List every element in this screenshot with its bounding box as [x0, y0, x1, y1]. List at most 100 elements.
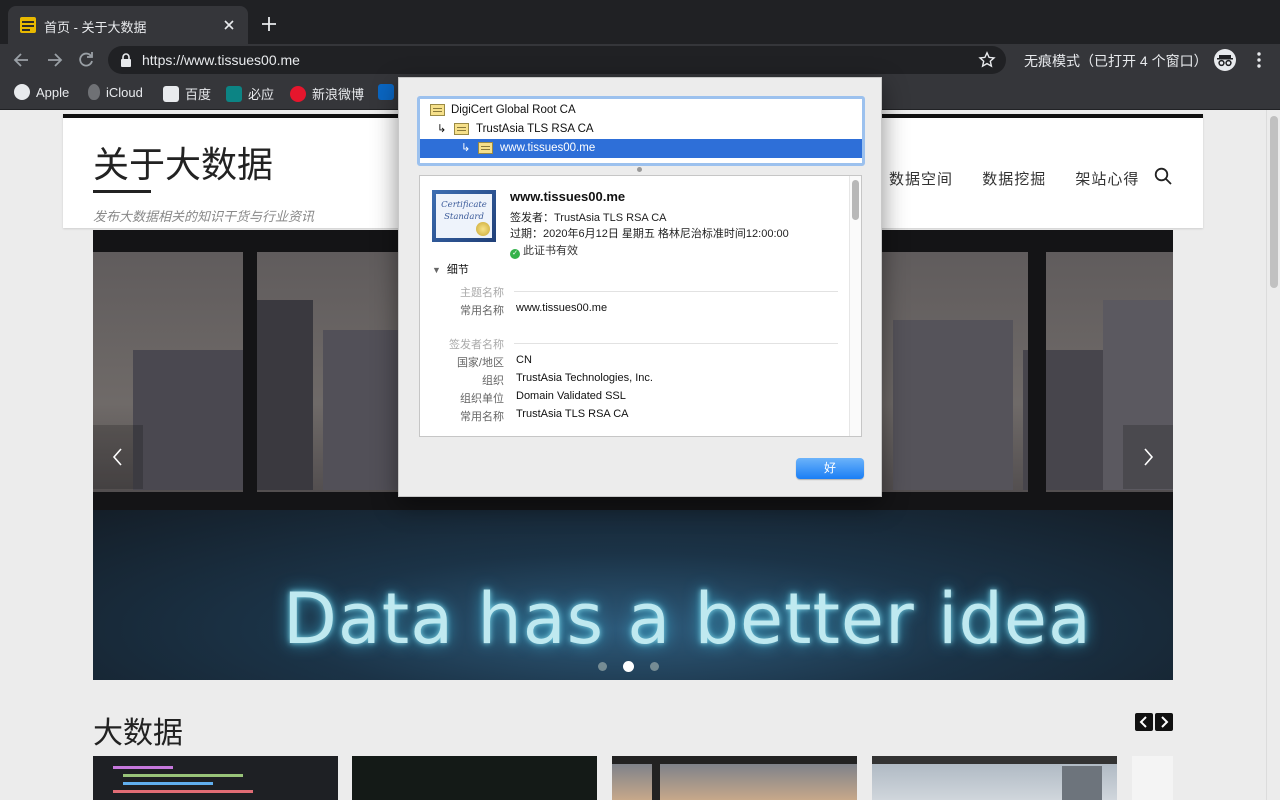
check-icon: ✓ — [510, 249, 520, 259]
chain-item-label: DigiCert Global Root CA — [451, 104, 576, 116]
expiry-line: 过期：2020年6月12日 星期五 格林尼治标准时间12:00:00 — [510, 228, 789, 240]
badge-line-1: Certificate — [441, 200, 487, 210]
slider-dot[interactable] — [598, 662, 607, 671]
certificate-badge-icon: Certificate Standard — [432, 190, 496, 242]
page-scrollbar[interactable] — [1266, 110, 1280, 800]
forward-icon[interactable] — [44, 50, 64, 70]
bookmark-baidu[interactable]: 百度 — [163, 84, 211, 102]
certificate-icon — [430, 104, 445, 116]
bookmark-label: Apple — [36, 85, 70, 100]
new-tab-icon[interactable] — [260, 15, 278, 33]
chain-item-label: TrustAsia TLS RSA CA — [476, 123, 594, 135]
reload-icon[interactable] — [76, 50, 96, 70]
issuer-country-label: 国家/地区 — [456, 357, 504, 369]
issuer-cn-label: 常用名称 — [460, 411, 504, 423]
slider-prev-button[interactable] — [93, 425, 143, 489]
issuer-org-label: 组织 — [482, 375, 504, 387]
issuer-country-value: CN — [516, 354, 532, 366]
slider-next-button[interactable] — [1123, 425, 1173, 489]
chevron-left-icon — [112, 448, 122, 466]
chain-item-leaf[interactable]: ↳ www.tissues00.me — [420, 139, 862, 158]
details-scroll-thumb[interactable] — [852, 180, 859, 220]
browser-toolbar: https://www.tissues00.me 无痕模式（已打开 4 个窗口） — [0, 44, 1280, 76]
bookmark-linkedin[interactable] — [378, 84, 400, 102]
bookmark-label: iCloud — [106, 85, 143, 100]
site-description: 发布大数据相关的知识干货与行业资讯 — [93, 209, 315, 224]
seal-icon — [476, 222, 490, 236]
chain-arrow-icon: ↳ — [461, 142, 471, 154]
chevron-right-icon — [1161, 716, 1169, 728]
certificate-icon — [478, 142, 493, 154]
incognito-icon[interactable] — [1214, 49, 1236, 71]
issuer-ou-label: 组织单位 — [460, 393, 504, 405]
back-icon[interactable] — [12, 50, 32, 70]
slider-dot-active[interactable] — [623, 661, 634, 672]
bookmark-apple[interactable]: Apple — [14, 84, 69, 102]
certificate-chain-list: DigiCert Global Root CA ↳ TrustAsia TLS … — [417, 96, 865, 166]
title-underline — [93, 190, 151, 193]
badge-line-2: Standard — [444, 212, 484, 222]
nav-item-data-mining[interactable]: 数据挖掘 — [982, 171, 1046, 188]
subject-cn-label: 常用名称 — [460, 305, 504, 317]
search-icon[interactable] — [1153, 166, 1173, 186]
bookmark-weibo[interactable]: 新浪微博 — [290, 84, 364, 102]
post-thumbnail[interactable] — [872, 756, 1117, 800]
certificate-details: Certificate Standard www.tissues00.me 签发者… — [419, 175, 862, 437]
section-prev-button[interactable] — [1135, 713, 1153, 731]
post-thumbnail[interactable] — [93, 756, 338, 800]
bookmark-label: 必应 — [248, 87, 275, 102]
linkedin-icon — [378, 84, 394, 100]
divider — [514, 343, 838, 344]
certificate-icon — [454, 123, 469, 135]
ok-button[interactable]: 好 — [796, 458, 864, 479]
section-next-button[interactable] — [1155, 713, 1173, 731]
post-thumbnail[interactable] — [612, 756, 857, 800]
details-disclosure[interactable]: ▼ 细节 — [432, 261, 469, 277]
issuer-ou-value: Domain Validated SSL — [516, 390, 626, 402]
section-title: 大数据 — [93, 716, 183, 751]
slider-dots — [598, 658, 675, 676]
window-frame — [243, 230, 257, 520]
chain-arrow-icon: ↳ — [437, 123, 447, 135]
details-label: 细节 — [446, 264, 469, 276]
scroll-thumb[interactable] — [1270, 116, 1278, 288]
slider-dot[interactable] — [650, 662, 659, 671]
apple-icon — [88, 84, 100, 100]
certificate-dialog: DigiCert Global Root CA ↳ TrustAsia TLS … — [398, 77, 882, 497]
validity-status: ✓ 此证书有效 — [510, 242, 578, 259]
details-scrollbar[interactable] — [849, 176, 861, 436]
chain-item-intermediate[interactable]: ↳ TrustAsia TLS RSA CA — [420, 120, 862, 139]
nav-item-data-space[interactable]: 数据空间 — [889, 171, 953, 188]
slide-neon-text: Data has a better idea — [283, 578, 1092, 660]
close-tab-icon[interactable] — [220, 16, 238, 34]
browser-tab[interactable]: 首页 - 关于大数据 — [8, 6, 248, 44]
issuer-org-value: TrustAsia Technologies, Inc. — [516, 372, 653, 384]
window-frame — [1028, 230, 1046, 520]
more-menu-icon[interactable] — [1252, 50, 1266, 70]
site-title[interactable]: 关于大数据 — [93, 136, 273, 188]
globe-icon — [14, 84, 30, 100]
post-thumbnail[interactable] — [1132, 756, 1173, 800]
incognito-label[interactable]: 无痕模式（已打开 4 个窗口） — [1024, 51, 1208, 71]
chain-item-root[interactable]: DigiCert Global Root CA — [420, 101, 862, 120]
address-bar[interactable]: https://www.tissues00.me — [108, 46, 1006, 74]
post-thumbnail[interactable] — [352, 756, 597, 800]
bookmark-bing[interactable]: 必应 — [226, 84, 274, 102]
building — [133, 350, 243, 490]
site-favicon-icon — [20, 17, 36, 33]
bookmark-icloud[interactable]: iCloud — [88, 84, 143, 102]
subject-heading: 主题名称 — [460, 287, 504, 299]
tab-strip: 首页 - 关于大数据 — [0, 0, 1280, 44]
disclosure-triangle-icon: ▼ — [432, 265, 441, 275]
tab-title: 首页 - 关于大数据 — [44, 20, 147, 35]
weibo-icon — [290, 86, 306, 102]
chevron-right-icon — [1144, 448, 1154, 466]
building — [253, 300, 313, 490]
url-text: https://www.tissues00.me — [142, 52, 300, 68]
issuer-cn-value: TrustAsia TLS RSA CA — [516, 408, 629, 420]
bookmark-star-icon[interactable] — [978, 51, 996, 69]
lock-icon[interactable] — [120, 53, 132, 67]
split-handle[interactable] — [637, 167, 642, 172]
nav-item-site-notes[interactable]: 架站心得 — [1075, 171, 1139, 188]
divider — [514, 291, 838, 292]
